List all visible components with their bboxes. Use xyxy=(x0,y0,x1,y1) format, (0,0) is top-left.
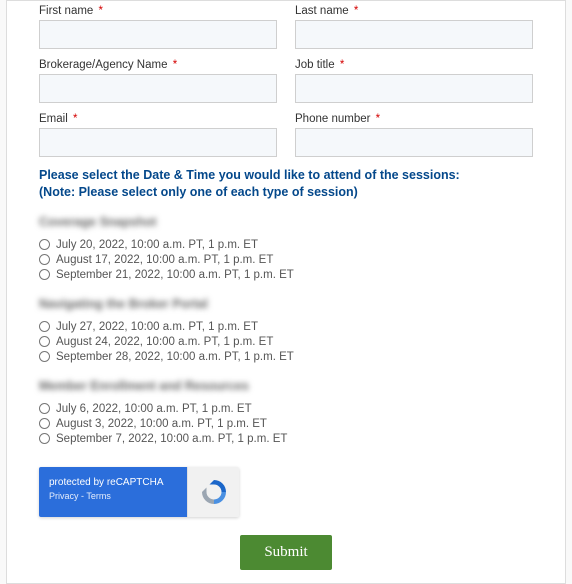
group-first-name: First name * xyxy=(39,5,277,49)
last-name-input[interactable] xyxy=(295,20,533,49)
required-mark: * xyxy=(99,5,103,17)
session-option-label: September 28, 2022, 10:00 a.m. PT, 1 p.m… xyxy=(56,351,294,363)
session-radio[interactable] xyxy=(39,336,50,347)
recaptcha-badge: protected by reCAPTCHA Privacy - Terms xyxy=(39,467,239,517)
instructions-line-1: Please select the Date & Time you would … xyxy=(39,167,533,184)
recaptcha-icon xyxy=(187,467,239,517)
row-first-last: First name * Last name * xyxy=(39,5,533,49)
session-option[interactable]: July 6, 2022, 10:00 a.m. PT, 1 p.m. ET xyxy=(39,403,533,415)
group-phone: Phone number * xyxy=(295,113,533,157)
label-text: Brokerage/Agency Name xyxy=(39,59,167,71)
label-last-name: Last name * xyxy=(295,5,533,17)
session-title-1: Coverage Snapshot xyxy=(39,215,156,229)
session-option[interactable]: August 3, 2022, 10:00 a.m. PT, 1 p.m. ET xyxy=(39,418,533,430)
submit-button[interactable]: Submit xyxy=(240,535,331,570)
recaptcha-text: protected by reCAPTCHA Privacy - Terms xyxy=(39,467,187,517)
session-option[interactable]: September 7, 2022, 10:00 a.m. PT, 1 p.m.… xyxy=(39,433,533,445)
label-text: Email xyxy=(39,113,68,125)
session-option-label: September 7, 2022, 10:00 a.m. PT, 1 p.m.… xyxy=(56,433,287,445)
submit-wrap: Submit xyxy=(39,535,533,570)
required-mark: * xyxy=(376,113,380,125)
session-option-label: August 3, 2022, 10:00 a.m. PT, 1 p.m. ET xyxy=(56,418,267,430)
row-email-phone: Email * Phone number * xyxy=(39,113,533,157)
session-radio[interactable] xyxy=(39,418,50,429)
required-mark: * xyxy=(354,5,358,17)
session-option-label: September 21, 2022, 10:00 a.m. PT, 1 p.m… xyxy=(56,269,294,281)
session-option[interactable]: September 21, 2022, 10:00 a.m. PT, 1 p.m… xyxy=(39,269,533,281)
required-mark: * xyxy=(340,59,344,71)
session-instructions: Please select the Date & Time you would … xyxy=(39,167,533,201)
session-option-label: August 24, 2022, 10:00 a.m. PT, 1 p.m. E… xyxy=(56,336,273,348)
recaptcha-protected: protected by reCAPTCHA xyxy=(49,476,177,489)
first-name-input[interactable] xyxy=(39,20,277,49)
session-group-1: Coverage Snapshot July 20, 2022, 10:00 a… xyxy=(39,213,533,281)
recaptcha-logo-icon xyxy=(199,477,229,507)
job-title-input[interactable] xyxy=(295,74,533,103)
session-option[interactable]: August 24, 2022, 10:00 a.m. PT, 1 p.m. E… xyxy=(39,336,533,348)
recaptcha-privacy-link[interactable]: Privacy xyxy=(49,491,79,501)
session-option[interactable]: August 17, 2022, 10:00 a.m. PT, 1 p.m. E… xyxy=(39,254,533,266)
label-first-name: First name * xyxy=(39,5,277,17)
session-radio[interactable] xyxy=(39,433,50,444)
group-job-title: Job title * xyxy=(295,59,533,103)
required-mark: * xyxy=(73,113,77,125)
form-container: First name * Last name * Brokerage/Agenc… xyxy=(6,0,566,584)
label-text: Job title xyxy=(295,59,335,71)
session-title-3: Member Enrollment and Resources xyxy=(39,379,249,393)
label-job-title: Job title * xyxy=(295,59,533,71)
label-phone: Phone number * xyxy=(295,113,533,125)
row-brokerage-job: Brokerage/Agency Name * Job title * xyxy=(39,59,533,103)
session-group-2: Navigating the Broker Portal July 27, 20… xyxy=(39,295,533,363)
session-radio[interactable] xyxy=(39,351,50,362)
session-title-2: Navigating the Broker Portal xyxy=(39,297,208,311)
session-radio[interactable] xyxy=(39,254,50,265)
brokerage-input[interactable] xyxy=(39,74,277,103)
session-option-label: July 6, 2022, 10:00 a.m. PT, 1 p.m. ET xyxy=(56,403,252,415)
session-option[interactable]: July 27, 2022, 10:00 a.m. PT, 1 p.m. ET xyxy=(39,321,533,333)
session-option[interactable]: September 28, 2022, 10:00 a.m. PT, 1 p.m… xyxy=(39,351,533,363)
group-email: Email * xyxy=(39,113,277,157)
required-mark: * xyxy=(173,59,177,71)
session-radio[interactable] xyxy=(39,403,50,414)
session-radio[interactable] xyxy=(39,321,50,332)
session-radio[interactable] xyxy=(39,239,50,250)
session-option-label: August 17, 2022, 10:00 a.m. PT, 1 p.m. E… xyxy=(56,254,273,266)
email-input[interactable] xyxy=(39,128,277,157)
group-brokerage: Brokerage/Agency Name * xyxy=(39,59,277,103)
session-group-3: Member Enrollment and Resources July 6, … xyxy=(39,377,533,445)
label-text: First name xyxy=(39,5,93,17)
recaptcha-links: Privacy - Terms xyxy=(49,491,177,503)
session-option-label: July 27, 2022, 10:00 a.m. PT, 1 p.m. ET xyxy=(56,321,258,333)
label-email: Email * xyxy=(39,113,277,125)
label-text: Last name xyxy=(295,5,349,17)
group-last-name: Last name * xyxy=(295,5,533,49)
phone-input[interactable] xyxy=(295,128,533,157)
label-brokerage: Brokerage/Agency Name * xyxy=(39,59,277,71)
recaptcha-terms-link[interactable]: Terms xyxy=(86,491,111,501)
session-option[interactable]: July 20, 2022, 10:00 a.m. PT, 1 p.m. ET xyxy=(39,239,533,251)
label-text: Phone number xyxy=(295,113,370,125)
instructions-line-2: (Note: Please select only one of each ty… xyxy=(39,184,533,201)
session-option-label: July 20, 2022, 10:00 a.m. PT, 1 p.m. ET xyxy=(56,239,258,251)
session-radio[interactable] xyxy=(39,269,50,280)
